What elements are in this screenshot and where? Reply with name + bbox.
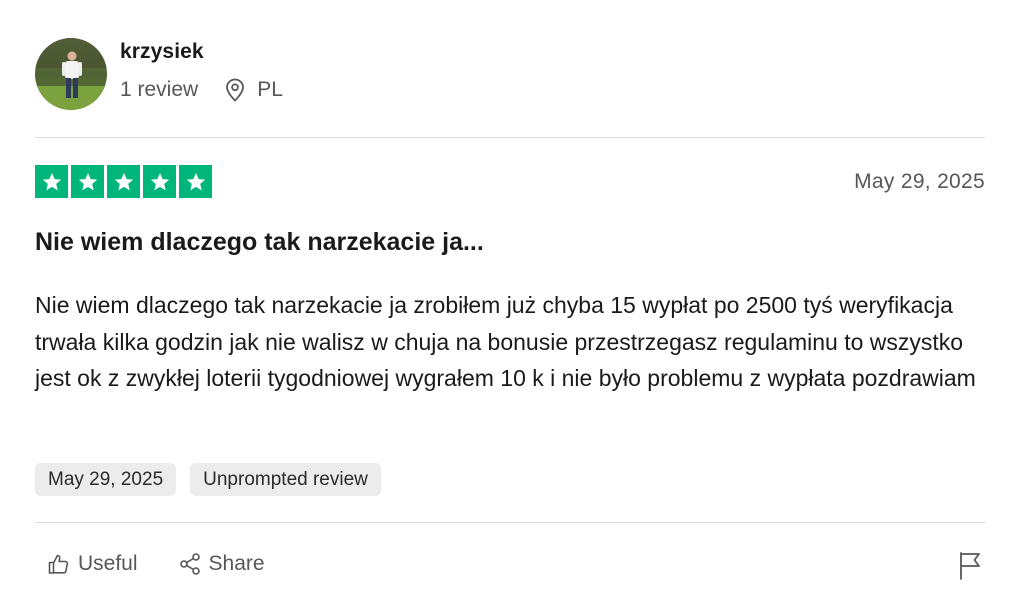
location-pin-icon	[225, 78, 245, 102]
review-body: Nie wiem dlaczego tak narzekacie ja zrob…	[35, 292, 976, 391]
avatar[interactable]	[35, 38, 107, 110]
reviewer-meta: 1 review PL	[120, 78, 283, 102]
star-4	[143, 165, 176, 198]
unprompted-review-tag[interactable]: Unprompted review	[190, 463, 381, 496]
star-icon	[114, 172, 133, 190]
star-rating	[35, 165, 212, 198]
thumbs-up-icon	[48, 554, 69, 574]
share-label: Share	[208, 552, 265, 575]
star-icon	[150, 172, 169, 190]
flag-icon	[960, 552, 980, 580]
review-date: May 29, 2025	[854, 170, 985, 193]
review-card: krzysiek 1 review PL May 29, 2025 Nie wi…	[35, 0, 985, 611]
review-title[interactable]: Nie wiem dlaczego tak narzekacie ja...	[35, 228, 484, 257]
reviewer-name[interactable]: krzysiek	[120, 40, 204, 64]
star-1	[35, 165, 68, 198]
report-flag-button[interactable]	[957, 551, 985, 581]
share-button[interactable]: Share	[178, 552, 265, 576]
reviewer-country: PL	[257, 78, 283, 101]
experience-date-tag: May 29, 2025	[35, 463, 177, 496]
star-5	[179, 165, 212, 198]
useful-label: Useful	[78, 552, 138, 575]
star-3	[107, 165, 140, 198]
useful-button[interactable]: Useful	[47, 552, 138, 576]
review-tags: May 29, 2025 Unprompted review	[35, 463, 381, 496]
user-photo-avatar-icon	[35, 38, 107, 110]
star-2	[71, 165, 104, 198]
header-divider	[35, 137, 985, 138]
review-count: 1 review	[120, 78, 199, 101]
star-icon	[42, 172, 61, 190]
share-icon	[179, 553, 200, 575]
star-icon	[186, 172, 205, 190]
star-icon	[78, 172, 97, 190]
footer-divider	[35, 522, 985, 523]
review-actions: Useful Share	[47, 552, 305, 576]
